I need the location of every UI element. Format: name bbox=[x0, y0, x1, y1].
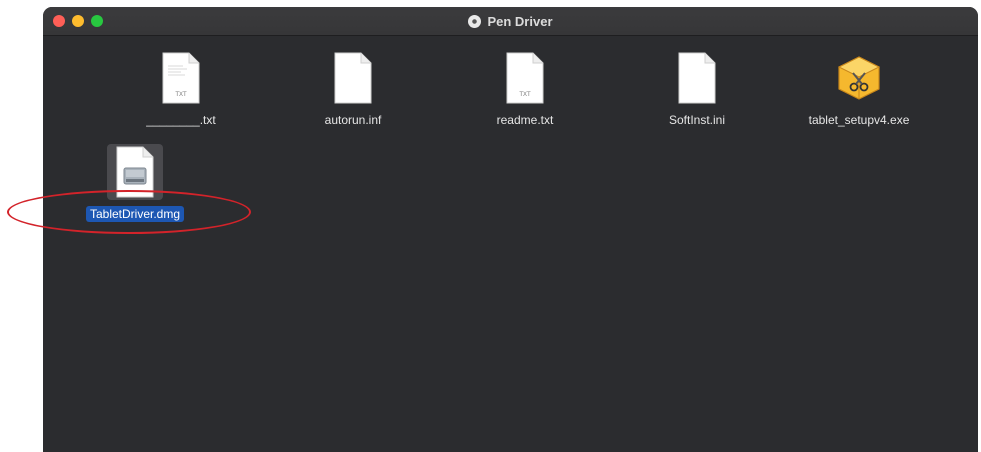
window-title-area: Pen Driver bbox=[43, 7, 978, 35]
file-item[interactable]: autorun.inf bbox=[283, 50, 423, 128]
blank-document-icon bbox=[669, 50, 725, 106]
title-bar[interactable]: Pen Driver bbox=[43, 7, 978, 36]
blank-document-icon bbox=[325, 50, 381, 106]
file-item[interactable]: TXT ________.txt bbox=[111, 50, 251, 128]
file-item[interactable]: tablet_setupv4.exe bbox=[789, 50, 929, 128]
file-name: tablet_setupv4.exe bbox=[808, 113, 910, 127]
window-title: Pen Driver bbox=[487, 13, 553, 29]
file-item-selected[interactable]: TabletDriver.dmg bbox=[65, 144, 205, 222]
disk-icon bbox=[468, 14, 482, 28]
file-name: ________.txt bbox=[146, 113, 216, 127]
svg-text:TXT: TXT bbox=[519, 92, 531, 98]
file-name: TabletDriver.dmg bbox=[85, 206, 185, 222]
file-grid: TXT ________.txt autorun.inf TXT readme.… bbox=[43, 36, 978, 452]
exe-archive-icon bbox=[831, 50, 887, 106]
file-item[interactable]: TXT readme.txt bbox=[455, 50, 595, 128]
svg-text:TXT: TXT bbox=[175, 92, 187, 98]
file-name: SoftInst.ini bbox=[668, 113, 726, 127]
file-item[interactable]: SoftInst.ini bbox=[627, 50, 767, 128]
disk-image-icon bbox=[107, 144, 163, 200]
finder-window: Pen Driver TXT ________.txt autorun.inf … bbox=[43, 7, 978, 452]
file-name: readme.txt bbox=[496, 113, 554, 127]
text-document-icon: TXT bbox=[497, 50, 553, 106]
file-name: autorun.inf bbox=[324, 113, 382, 127]
text-document-icon: TXT bbox=[153, 50, 209, 106]
